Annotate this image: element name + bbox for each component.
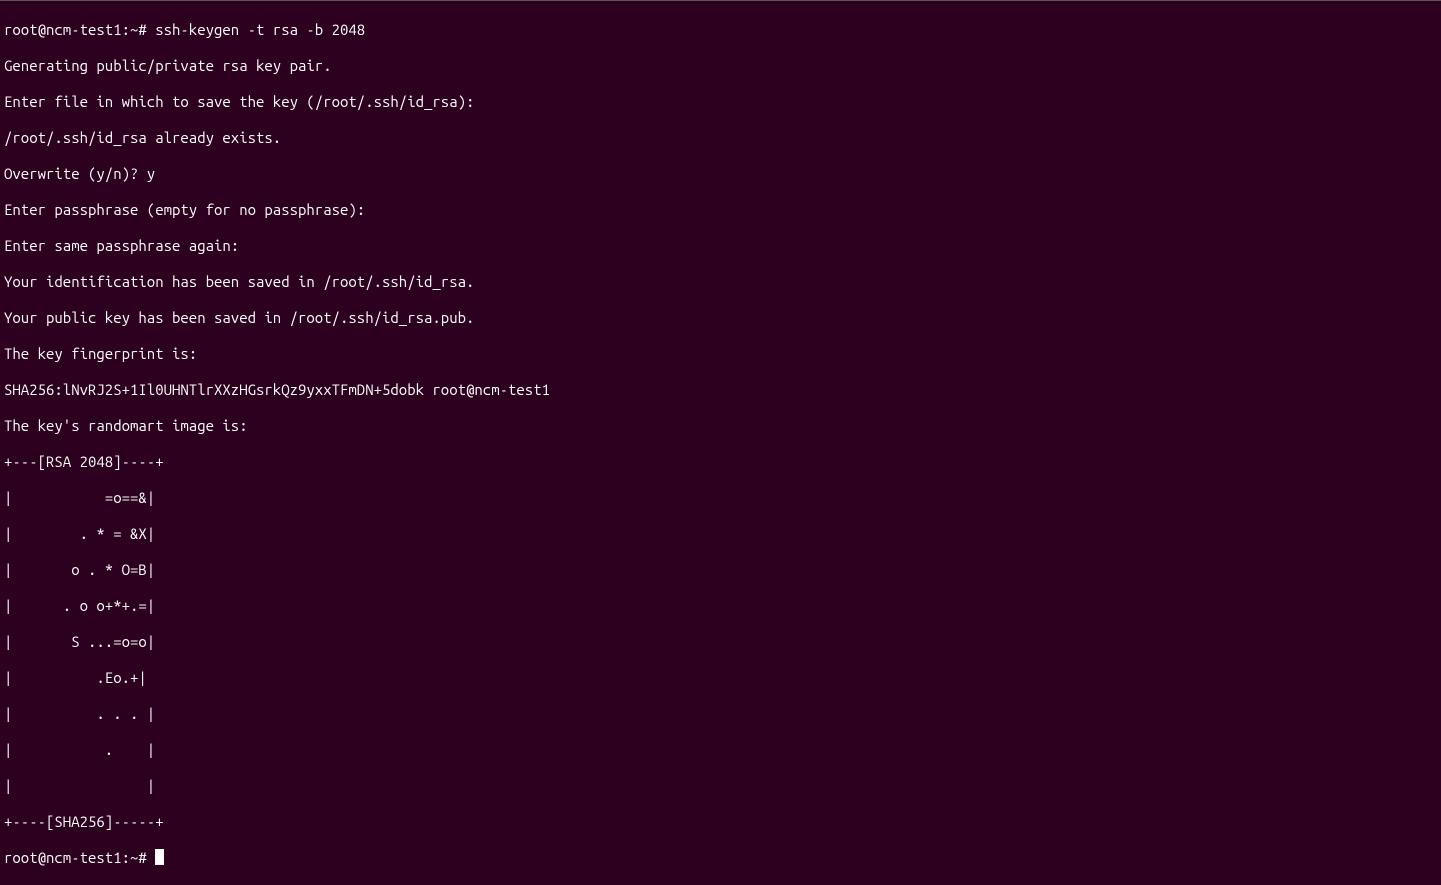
terminal-line: | . o o+*+.=|: [4, 597, 1437, 615]
terminal-line: | S ...=o=o|: [4, 633, 1437, 651]
prompt-line[interactable]: root@ncm-test1:~#: [4, 849, 1437, 867]
terminal-line: | . |: [4, 741, 1437, 759]
terminal-line: | =o==&|: [4, 489, 1437, 507]
terminal-line: SHA256:lNvRJ2S+1Il0UHNTlrXXzHGsrkQz9yxxT…: [4, 381, 1437, 399]
terminal-line: Enter passphrase (empty for no passphras…: [4, 201, 1437, 219]
terminal-line: root@ncm-test1:~# ssh-keygen -t rsa -b 2…: [4, 21, 1437, 39]
terminal-line: Enter file in which to save the key (/ro…: [4, 93, 1437, 111]
terminal-line: | .Eo.+|: [4, 669, 1437, 687]
terminal-line: | o . * O=B|: [4, 561, 1437, 579]
terminal-line: +----[SHA256]-----+: [4, 813, 1437, 831]
terminal-line: | . . . |: [4, 705, 1437, 723]
terminal-line: Your identification has been saved in /r…: [4, 273, 1437, 291]
terminal-line: Enter same passphrase again:: [4, 237, 1437, 255]
terminal-line: | . * = &X|: [4, 525, 1437, 543]
terminal-line: +---[RSA 2048]----+: [4, 453, 1437, 471]
terminal-line: Your public key has been saved in /root/…: [4, 309, 1437, 327]
terminal-line: The key fingerprint is:: [4, 345, 1437, 363]
terminal-line: Generating public/private rsa key pair.: [4, 57, 1437, 75]
terminal-line: /root/.ssh/id_rsa already exists.: [4, 129, 1437, 147]
terminal-line: Overwrite (y/n)? y: [4, 165, 1437, 183]
terminal-line: | |: [4, 777, 1437, 795]
shell-prompt: root@ncm-test1:~#: [4, 849, 155, 866]
cursor-icon: [155, 849, 164, 865]
terminal-line: The key's randomart image is:: [4, 417, 1437, 435]
terminal-window[interactable]: root@ncm-test1:~# ssh-keygen -t rsa -b 2…: [0, 0, 1441, 640]
